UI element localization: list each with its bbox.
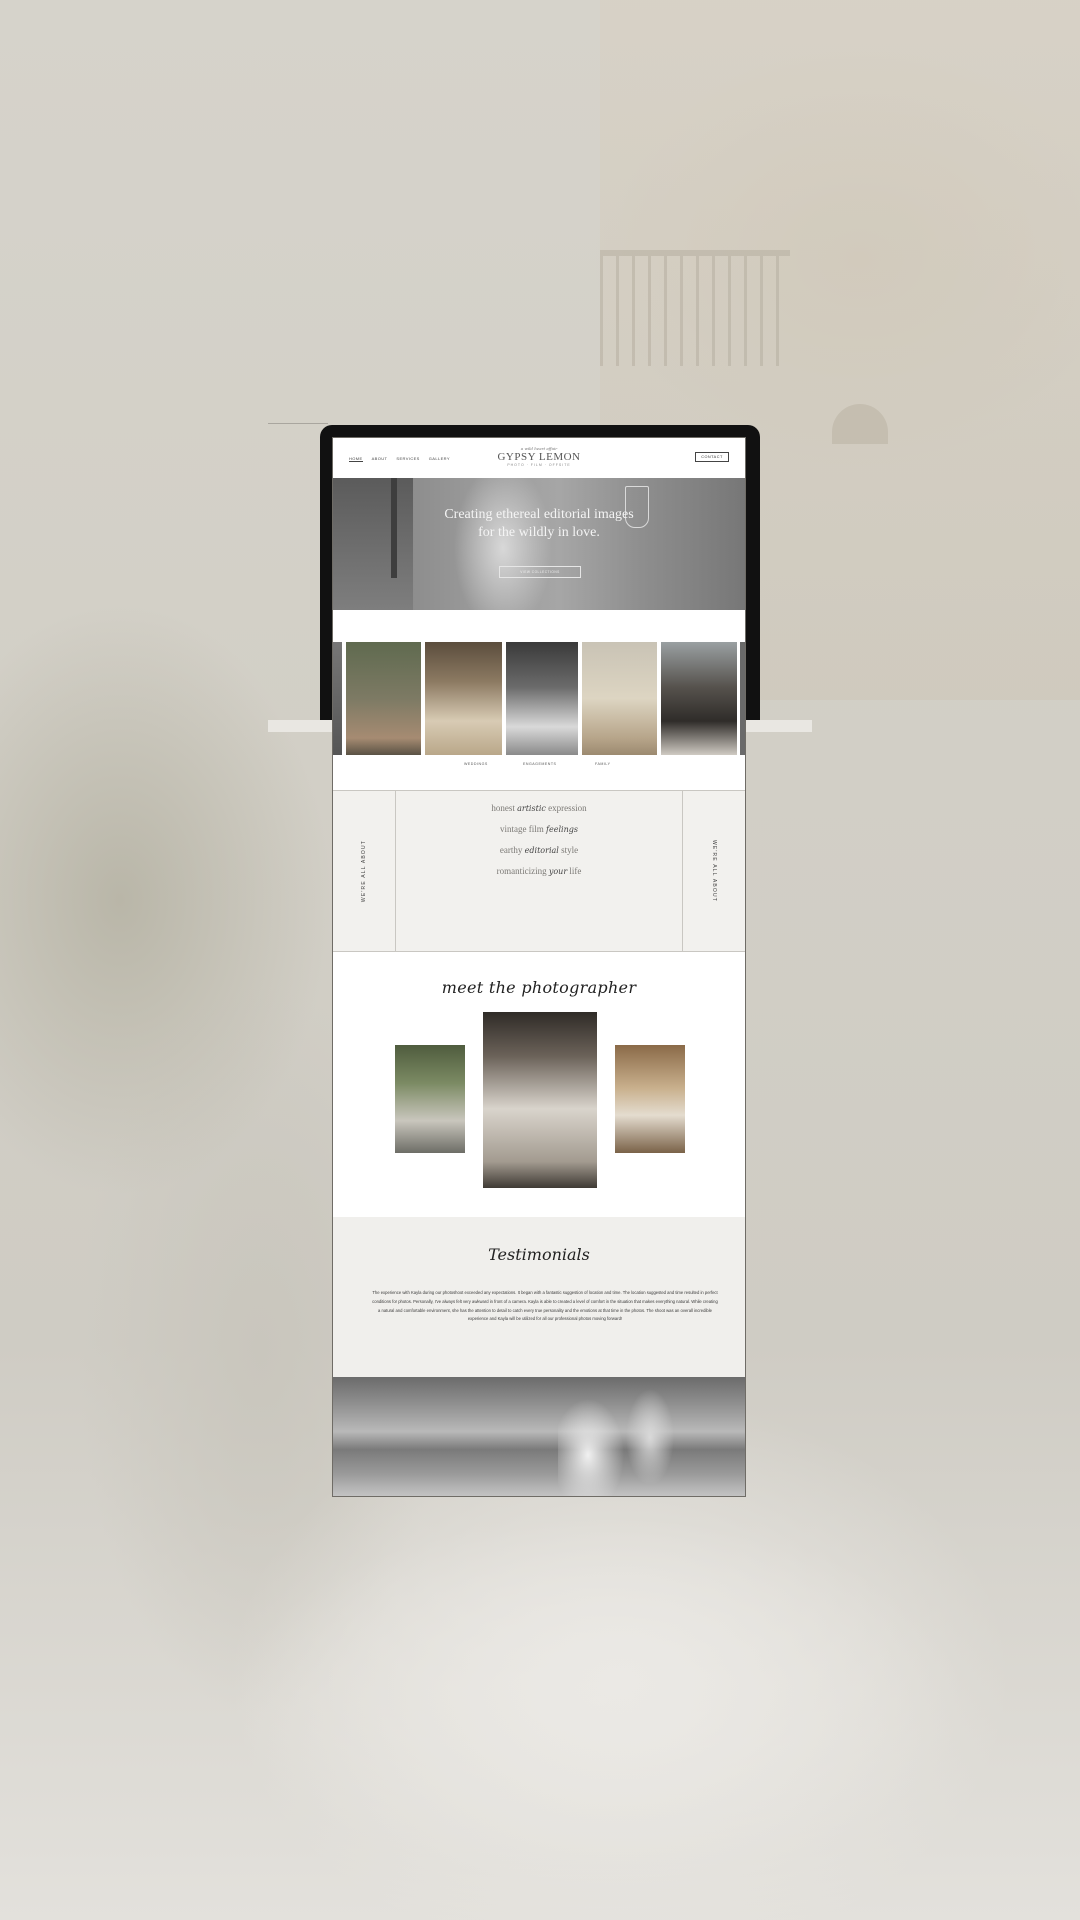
about-phrase-post: expression [548, 803, 587, 813]
background-balcony [600, 250, 790, 366]
gallery-photo-maternity[interactable] [346, 642, 421, 755]
hero-title-line-2: for the wildly in love. [478, 525, 600, 540]
about-phrase: vintage film feelings [396, 824, 682, 834]
about-phrase-script: editorial [524, 846, 559, 855]
about-item: vintage film feelings [396, 824, 682, 834]
hero-title-line-1: Creating ethereal editorial images [444, 507, 634, 522]
about-phrase-pre: vintage film [500, 824, 544, 834]
logo-subtitle: PHOTO · FILM · OFFSITE [507, 463, 571, 467]
site-header: Home About Services Gallery a wild heart… [333, 438, 745, 478]
about-phrase: honest artistic expression [396, 803, 682, 813]
portfolio-gallery: WEDDINGS ENGAGEMENTS FAMILY [333, 610, 745, 790]
hero-title: Creating ethereal editorial images for t… [333, 506, 745, 542]
divider-line [268, 423, 328, 424]
about-phrase-pre: honest [491, 803, 515, 813]
about-item: romanticizing your life [396, 866, 682, 876]
about-phrase-script: your [548, 867, 568, 876]
hero-window [333, 478, 413, 610]
gallery-label-weddings[interactable]: WEDDINGS [464, 762, 488, 766]
gallery-photo-couple-beach[interactable] [582, 642, 657, 755]
gallery-label-engagements[interactable]: ENGAGEMENTS [523, 762, 556, 766]
about-phrase-script: feelings [546, 825, 578, 834]
beach-couple-figures [558, 1377, 678, 1496]
testimonials-section: Testimonials The experience with Kayla d… [333, 1217, 745, 1377]
about-phrase-post: style [561, 845, 579, 855]
photographer-photo-right[interactable] [615, 1045, 685, 1153]
about-phrase: romanticizing your life [396, 866, 682, 876]
testimonial-text: The experience with Kayla during our pho… [372, 1290, 718, 1322]
about-phrase-pre: earthy [499, 845, 523, 855]
about-section: WE'RE ALL ABOUT honest artistic expressi… [333, 790, 745, 952]
about-side-label-left: WE'RE ALL ABOUT [361, 839, 367, 903]
meet-section: meet the photographer [333, 952, 745, 1217]
gallery-photo-bride-doorway[interactable] [506, 642, 578, 755]
gallery-photo-edge-left[interactable] [333, 642, 342, 755]
hero-button[interactable]: VIEW COLLECTIONS [499, 566, 581, 578]
website-mockup[interactable]: Home About Services Gallery a wild heart… [333, 438, 745, 1496]
beach-couple-photo [333, 1377, 745, 1496]
meet-title: meet the photographer [441, 978, 637, 997]
logo-name: GYPSY LEMON [497, 451, 581, 463]
laptop-base-left [268, 720, 336, 732]
about-item: earthy editorial style [396, 845, 682, 855]
hero-banner: Creating ethereal editorial images for t… [333, 478, 745, 610]
gallery-photo-edge-right[interactable] [740, 642, 745, 755]
about-phrase-pre: romanticizing [496, 866, 547, 876]
about-phrase: earthy editorial style [396, 845, 682, 855]
about-side-label-right: WE'RE ALL ABOUT [711, 839, 717, 903]
about-phrase-post: life [569, 866, 582, 876]
gallery-label-family[interactable]: FAMILY [595, 762, 611, 766]
about-side-right: WE'RE ALL ABOUT [682, 791, 745, 951]
about-list: honest artistic expression vintage film … [396, 803, 682, 887]
site-logo[interactable]: a wild heart affair GYPSY LEMON PHOTO · … [333, 446, 745, 467]
photographer-photo-center[interactable] [483, 1012, 597, 1188]
contact-button[interactable]: CONTACT [695, 452, 729, 462]
gallery-photo-couple-gate[interactable] [425, 642, 502, 755]
photographer-photo-left[interactable] [395, 1045, 465, 1153]
hero-bride-photo [403, 478, 603, 610]
about-side-left: WE'RE ALL ABOUT [333, 791, 396, 951]
testimonials-title: Testimonials [488, 1245, 590, 1264]
about-phrase-script: artistic [517, 804, 546, 813]
gallery-photo-couple-kiss[interactable] [661, 642, 737, 755]
laptop-base-right [744, 720, 812, 732]
about-item: honest artistic expression [396, 803, 682, 813]
